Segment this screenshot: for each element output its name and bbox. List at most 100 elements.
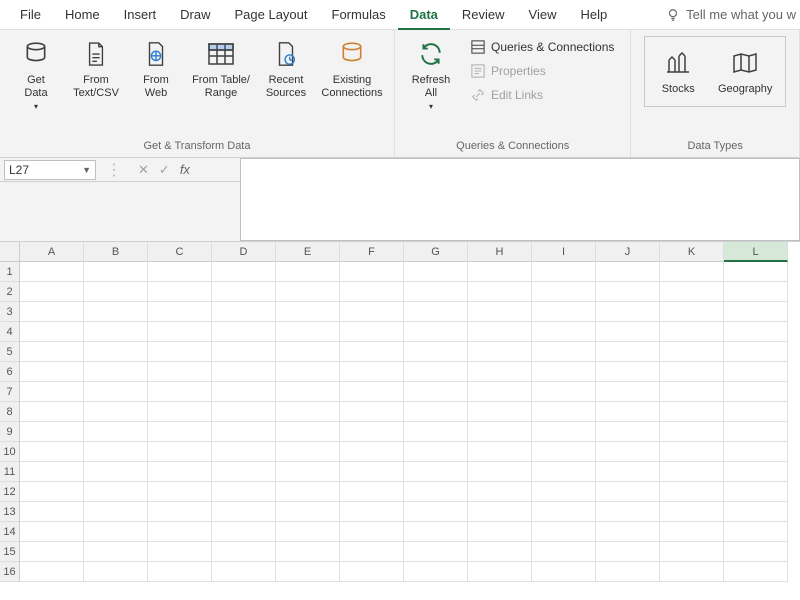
cell-E1[interactable] <box>276 262 340 282</box>
cell-H5[interactable] <box>468 342 532 362</box>
cell-I9[interactable] <box>532 422 596 442</box>
cell-F2[interactable] <box>340 282 404 302</box>
cell-J11[interactable] <box>596 462 660 482</box>
cell-A11[interactable] <box>20 462 84 482</box>
column-header-H[interactable]: H <box>468 242 532 262</box>
cell-C13[interactable] <box>148 502 212 522</box>
row-header-2[interactable]: 2 <box>0 282 20 302</box>
cell-B6[interactable] <box>84 362 148 382</box>
cell-B3[interactable] <box>84 302 148 322</box>
row-header-3[interactable]: 3 <box>0 302 20 322</box>
cell-A8[interactable] <box>20 402 84 422</box>
select-all-corner[interactable] <box>0 242 20 262</box>
cell-F16[interactable] <box>340 562 404 582</box>
cell-G4[interactable] <box>404 322 468 342</box>
cell-A1[interactable] <box>20 262 84 282</box>
cell-G13[interactable] <box>404 502 468 522</box>
row-header-5[interactable]: 5 <box>0 342 20 362</box>
cell-I13[interactable] <box>532 502 596 522</box>
tab-draw[interactable]: Draw <box>168 0 222 30</box>
cell-D9[interactable] <box>212 422 276 442</box>
cell-L8[interactable] <box>724 402 788 422</box>
cell-E3[interactable] <box>276 302 340 322</box>
column-header-J[interactable]: J <box>596 242 660 262</box>
cell-H10[interactable] <box>468 442 532 462</box>
cell-L6[interactable] <box>724 362 788 382</box>
tab-data[interactable]: Data <box>398 0 450 30</box>
row-header-9[interactable]: 9 <box>0 422 20 442</box>
column-header-D[interactable]: D <box>212 242 276 262</box>
formula-input[interactable] <box>240 158 800 241</box>
tab-help[interactable]: Help <box>568 0 619 30</box>
cell-L4[interactable] <box>724 322 788 342</box>
cell-C4[interactable] <box>148 322 212 342</box>
row-header-14[interactable]: 14 <box>0 522 20 542</box>
cell-B15[interactable] <box>84 542 148 562</box>
cell-A10[interactable] <box>20 442 84 462</box>
cell-J15[interactable] <box>596 542 660 562</box>
cell-G5[interactable] <box>404 342 468 362</box>
column-header-A[interactable]: A <box>20 242 84 262</box>
cell-B4[interactable] <box>84 322 148 342</box>
cell-D1[interactable] <box>212 262 276 282</box>
cell-L12[interactable] <box>724 482 788 502</box>
tab-insert[interactable]: Insert <box>112 0 169 30</box>
refresh-all-button[interactable]: Refresh All▾ <box>403 34 459 117</box>
cell-B8[interactable] <box>84 402 148 422</box>
row-header-4[interactable]: 4 <box>0 322 20 342</box>
tell-me-search[interactable]: Tell me what you w <box>666 7 796 22</box>
row-header-13[interactable]: 13 <box>0 502 20 522</box>
cell-B2[interactable] <box>84 282 148 302</box>
cell-G7[interactable] <box>404 382 468 402</box>
row-header-15[interactable]: 15 <box>0 542 20 562</box>
cell-A13[interactable] <box>20 502 84 522</box>
cell-K5[interactable] <box>660 342 724 362</box>
cell-B5[interactable] <box>84 342 148 362</box>
cell-H6[interactable] <box>468 362 532 382</box>
cell-H15[interactable] <box>468 542 532 562</box>
column-header-G[interactable]: G <box>404 242 468 262</box>
cells-grid[interactable] <box>20 262 800 582</box>
cell-F1[interactable] <box>340 262 404 282</box>
cell-E6[interactable] <box>276 362 340 382</box>
cell-G14[interactable] <box>404 522 468 542</box>
cell-K4[interactable] <box>660 322 724 342</box>
cell-J16[interactable] <box>596 562 660 582</box>
cell-G6[interactable] <box>404 362 468 382</box>
cell-J2[interactable] <box>596 282 660 302</box>
cell-A7[interactable] <box>20 382 84 402</box>
cell-F14[interactable] <box>340 522 404 542</box>
cell-I15[interactable] <box>532 542 596 562</box>
cell-I12[interactable] <box>532 482 596 502</box>
cell-K16[interactable] <box>660 562 724 582</box>
cell-D4[interactable] <box>212 322 276 342</box>
cell-G8[interactable] <box>404 402 468 422</box>
cell-L14[interactable] <box>724 522 788 542</box>
cell-K8[interactable] <box>660 402 724 422</box>
cell-A3[interactable] <box>20 302 84 322</box>
recent-sources-button[interactable]: Recent Sources <box>258 34 314 104</box>
cell-I6[interactable] <box>532 362 596 382</box>
column-header-B[interactable]: B <box>84 242 148 262</box>
cell-F4[interactable] <box>340 322 404 342</box>
queries-connections-button[interactable]: Queries & Connections <box>467 38 618 56</box>
cell-E5[interactable] <box>276 342 340 362</box>
cell-C12[interactable] <box>148 482 212 502</box>
cell-A5[interactable] <box>20 342 84 362</box>
cell-E13[interactable] <box>276 502 340 522</box>
cell-H4[interactable] <box>468 322 532 342</box>
cell-L16[interactable] <box>724 562 788 582</box>
cell-J6[interactable] <box>596 362 660 382</box>
cell-C14[interactable] <box>148 522 212 542</box>
cell-C8[interactable] <box>148 402 212 422</box>
geography-button[interactable]: Geography <box>713 43 777 100</box>
cell-C1[interactable] <box>148 262 212 282</box>
cell-I16[interactable] <box>532 562 596 582</box>
cell-C3[interactable] <box>148 302 212 322</box>
cell-G1[interactable] <box>404 262 468 282</box>
tab-home[interactable]: Home <box>53 0 112 30</box>
row-header-16[interactable]: 16 <box>0 562 20 582</box>
cell-D3[interactable] <box>212 302 276 322</box>
cell-J3[interactable] <box>596 302 660 322</box>
cell-B13[interactable] <box>84 502 148 522</box>
